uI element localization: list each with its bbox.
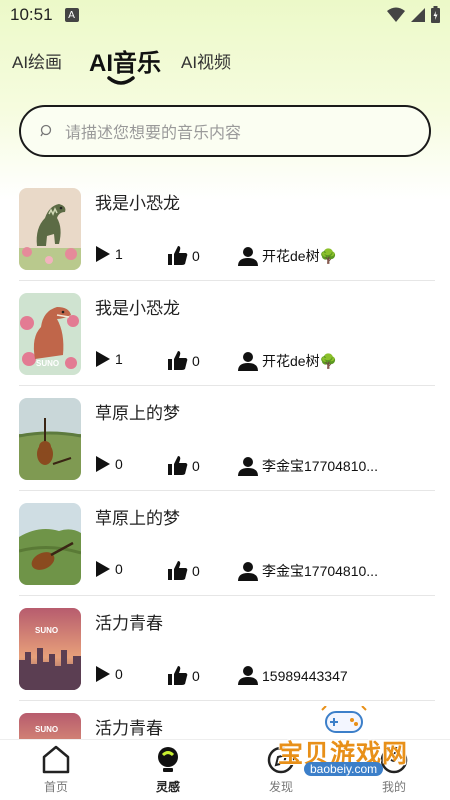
play-count: 0 <box>95 666 123 682</box>
song-title: 活力青春 <box>95 614 163 634</box>
watermark-url: baobeiy.com <box>304 762 384 776</box>
user-icon <box>238 561 258 581</box>
author-name: 15989443347 <box>262 667 348 684</box>
nav-inspiration[interactable]: 灵感 <box>133 744 203 795</box>
header-gradient <box>0 0 450 200</box>
like-count-value: 0 <box>192 457 200 474</box>
thumbs-up-icon <box>168 456 188 475</box>
wifi-icon <box>387 7 405 22</box>
nav-label: 首页 <box>43 780 68 794</box>
song-item[interactable]: SUNO 我是小恐龙 1 0 开花de树🌳 <box>19 281 435 386</box>
tab-ai-painting[interactable]: AI绘画 <box>12 48 62 73</box>
play-count-value: 1 <box>115 246 123 262</box>
search-input[interactable]: 请描述您想要的音乐内容 <box>19 105 431 157</box>
tab-ai-music[interactable]: AI音乐 <box>89 43 161 78</box>
play-icon <box>96 246 110 262</box>
cover-brand-text: SUNO <box>36 359 60 368</box>
like-count[interactable]: 0 <box>168 456 200 475</box>
like-count-value: 0 <box>192 562 200 579</box>
search-icon <box>40 124 52 137</box>
like-count-value: 0 <box>192 667 200 684</box>
bulb-icon <box>158 747 178 772</box>
like-count[interactable]: 0 <box>168 561 200 580</box>
song-cover-image: SUNO <box>19 293 81 375</box>
category-tabs: AI绘画 AI音乐 AI视频 <box>0 40 450 90</box>
play-count-value: 1 <box>115 351 123 367</box>
user-icon <box>238 456 258 476</box>
song-author: 李金宝17704810... <box>238 561 378 581</box>
song-author: 15989443347 <box>238 666 348 685</box>
signal-icon <box>411 7 425 22</box>
thumbs-up-icon <box>168 246 188 265</box>
song-cover-image <box>19 398 81 480</box>
play-count: 1 <box>95 246 123 262</box>
status-time: 10:51 <box>10 5 53 24</box>
user-icon <box>238 246 258 266</box>
play-icon <box>96 351 110 367</box>
play-count: 1 <box>95 351 123 367</box>
song-title: 我是小恐龙 <box>95 194 180 214</box>
song-author: 开花de树🌳 <box>238 246 337 266</box>
song-item[interactable]: 草原上的梦 0 0 李金宝17704810... <box>19 491 435 596</box>
author-name: 李金宝17704810... <box>262 563 378 579</box>
song-list: 我是小恐龙 1 0 开花de树🌳 SUNO 我是小恐龙 1 0 开花de树🌳 草… <box>0 176 450 739</box>
author-name: 李金宝17704810... <box>262 458 378 474</box>
song-cover-image: SUNO <box>19 608 81 690</box>
user-icon <box>238 666 258 685</box>
nav-home[interactable]: 首页 <box>21 744 91 795</box>
cover-brand-text: SUNO <box>35 725 59 734</box>
search-placeholder: 请描述您想要的音乐内容 <box>65 123 242 142</box>
song-title: 活力青春 <box>95 719 163 739</box>
song-title: 草原上的梦 <box>95 509 180 529</box>
like-count[interactable]: 0 <box>168 246 200 265</box>
song-cover-image <box>19 503 81 585</box>
song-item[interactable]: 草原上的梦 0 0 李金宝17704810... <box>19 386 435 491</box>
user-icon <box>238 351 258 371</box>
author-name: 开花de树🌳 <box>262 248 338 264</box>
play-icon <box>96 456 110 472</box>
author-name: 开花de树🌳 <box>262 353 338 369</box>
song-author: 开花de树🌳 <box>238 351 337 371</box>
home-icon <box>42 745 70 774</box>
song-title: 草原上的梦 <box>95 404 180 424</box>
status-bar: 10:51 A <box>0 0 450 30</box>
play-count-value: 0 <box>115 561 123 577</box>
notification-icon: A <box>64 8 79 22</box>
cover-brand-text: SUNO <box>35 626 59 635</box>
like-count[interactable]: 0 <box>168 666 200 685</box>
play-count-value: 0 <box>115 456 123 472</box>
like-count-value: 0 <box>192 352 200 369</box>
thumbs-up-icon <box>168 666 188 685</box>
play-icon <box>96 561 110 577</box>
battery-icon <box>431 6 440 23</box>
song-author: 李金宝17704810... <box>238 456 378 476</box>
song-item[interactable]: SUNO 活力青春 0 0 15989443347 <box>19 596 435 701</box>
nav-label: 灵感 <box>155 780 180 794</box>
like-count-value: 0 <box>192 247 200 264</box>
play-count-value: 0 <box>115 666 123 682</box>
like-count[interactable]: 0 <box>168 351 200 370</box>
play-count: 0 <box>95 456 123 472</box>
song-title: 我是小恐龙 <box>95 299 180 319</box>
thumbs-up-icon <box>168 351 188 370</box>
active-tab-indicator-icon <box>107 76 135 85</box>
song-item[interactable]: 我是小恐龙 1 0 开花de树🌳 <box>19 176 435 281</box>
play-icon <box>96 666 110 682</box>
gamepad-icon <box>321 706 367 733</box>
thumbs-up-icon <box>168 561 188 580</box>
song-cover-image: SUNO <box>19 713 81 739</box>
play-count: 0 <box>95 561 123 577</box>
tab-ai-video[interactable]: AI视频 <box>181 48 231 73</box>
song-cover-image <box>19 188 81 270</box>
watermark-logo: 宝贝游戏网 baobeiy.com <box>270 706 450 796</box>
